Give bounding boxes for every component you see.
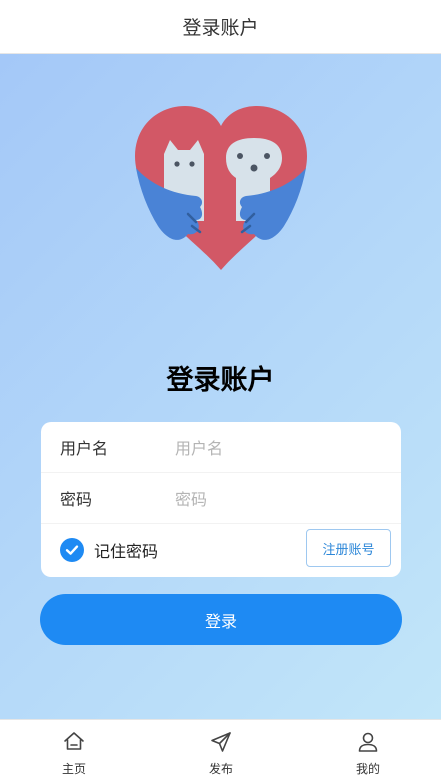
- check-icon: [65, 545, 79, 555]
- password-row: 密码: [41, 473, 401, 524]
- pets-heart-logo: [135, 106, 307, 270]
- username-label: 用户名: [60, 439, 109, 458]
- register-button[interactable]: 注册账号: [306, 529, 391, 567]
- page-title: 登录账户: [166, 365, 275, 396]
- tab-mine[interactable]: 我的: [338, 730, 398, 777]
- tab-publish[interactable]: 发布: [191, 730, 251, 777]
- send-icon: [211, 732, 231, 752]
- bottom-tabbar: 主页 发布 我的: [0, 719, 441, 783]
- username-input[interactable]: [175, 434, 375, 462]
- username-row: 用户名: [41, 422, 401, 473]
- remember-label: 记住密码: [94, 542, 159, 561]
- header-title: 登录账户: [182, 17, 259, 39]
- remember-password-option[interactable]: 记住密码: [60, 538, 158, 562]
- tab-home-label: 主页: [61, 762, 86, 776]
- login-button[interactable]: 登录: [40, 594, 402, 645]
- user-icon: [358, 732, 378, 752]
- tab-home[interactable]: 主页: [44, 730, 104, 777]
- tab-mine-label: 我的: [355, 762, 380, 776]
- password-input[interactable]: [175, 485, 375, 513]
- home-icon: [64, 732, 84, 750]
- tab-publish-label: 发布: [208, 762, 233, 776]
- options-row: 记住密码 注册账号: [41, 525, 401, 576]
- remember-checkbox[interactable]: [60, 538, 84, 562]
- password-label: 密码: [60, 490, 93, 509]
- header: 登录账户: [0, 0, 441, 54]
- main-area: 登录账户 用户名 密码 记住密码 注册账号 登录: [0, 54, 441, 719]
- login-form-card: 用户名 密码 记住密码 注册账号: [41, 422, 401, 577]
